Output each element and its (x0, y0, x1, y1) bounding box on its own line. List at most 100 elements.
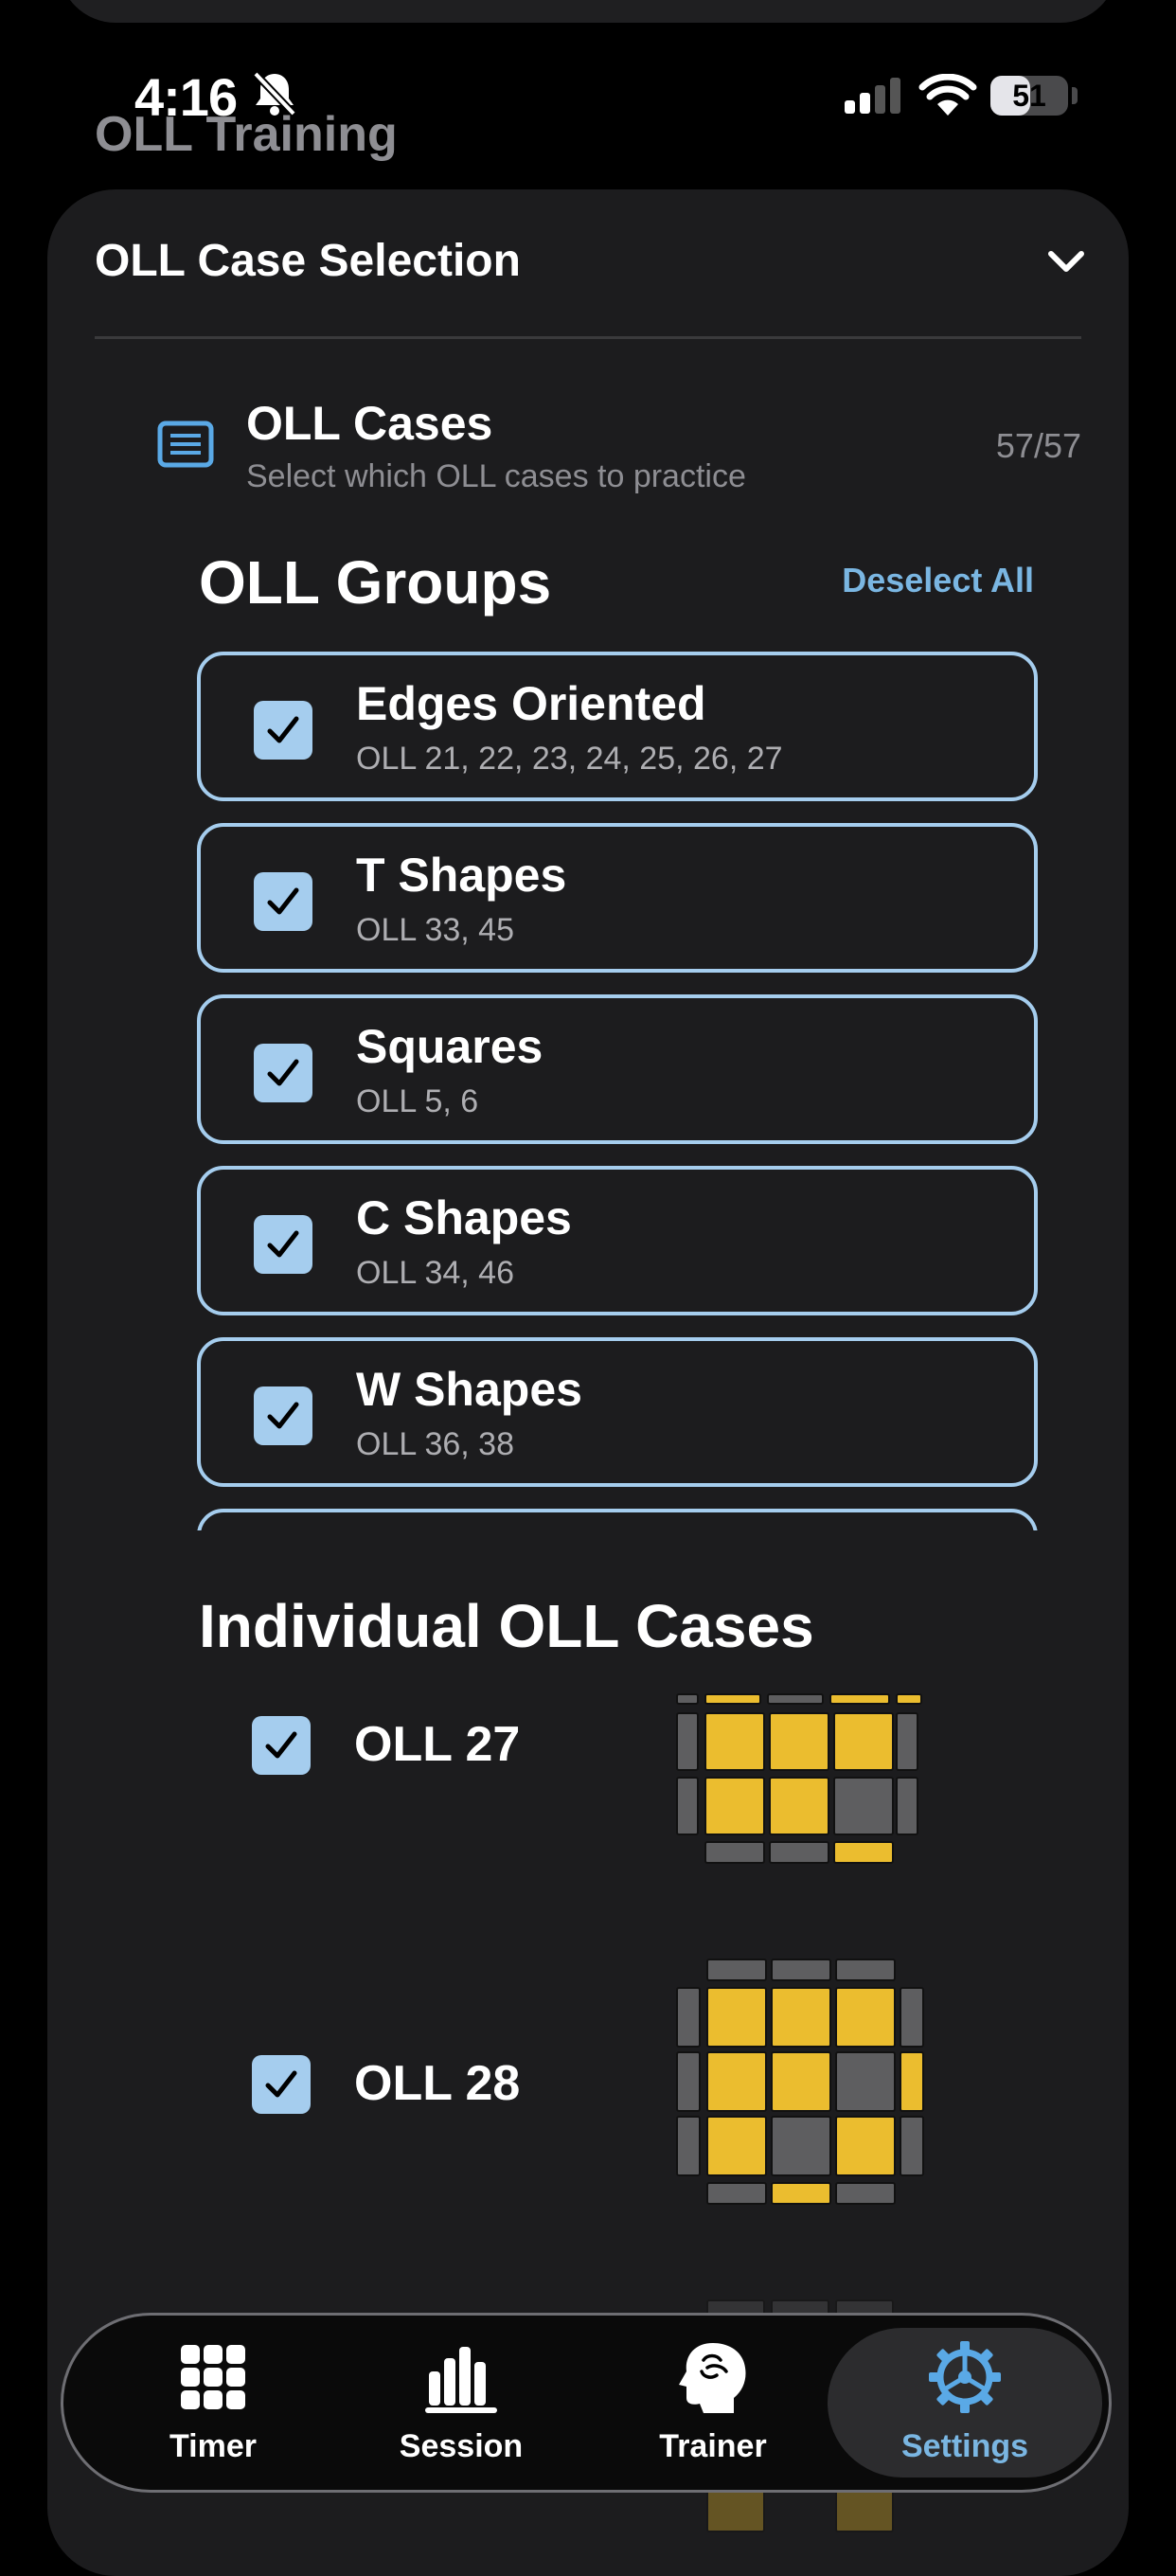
sticker-left (676, 1777, 699, 1835)
selected-count: 57/57 (995, 426, 1081, 465)
battery-nub (1072, 87, 1078, 104)
group-cases: OLL 36, 38 (356, 1426, 514, 1462)
sticker-right (900, 2051, 924, 2112)
sticker-right (900, 1987, 924, 2048)
checkmark-icon (267, 1059, 299, 1086)
sticker-face (771, 2116, 831, 2176)
sticker-face (706, 2116, 767, 2176)
sticker-face (833, 1777, 894, 1835)
sticker-bottom (835, 2182, 896, 2205)
checkmark-icon (265, 2070, 297, 2098)
oll-28-diagram (676, 1959, 932, 2209)
nav-title: OLL Training (95, 107, 398, 162)
group-card-partial[interactable] (197, 1509, 1038, 1530)
oll-27-diagram (672, 1693, 928, 1868)
cellular-signal-icon (845, 78, 900, 114)
tab-session[interactable]: Session (390, 2339, 532, 2472)
group-cases: OLL 33, 45 (356, 912, 514, 948)
checkbox-checked[interactable] (254, 1215, 312, 1274)
tab-label: Timer (169, 2428, 257, 2464)
sticker-right (896, 1712, 918, 1771)
deselect-all-button[interactable]: Deselect All (814, 561, 1034, 600)
sticker-face (706, 1987, 767, 2048)
checkmark-icon (267, 716, 299, 743)
oll-cases-title: OLL Cases (246, 397, 493, 450)
sticker-top (835, 1959, 896, 1981)
chevron-down-icon[interactable] (1047, 248, 1085, 277)
brain-head-icon (679, 2343, 746, 2413)
group-name: Squares (356, 1020, 543, 1073)
sticker-right (900, 2116, 924, 2176)
sticker-top (706, 1959, 767, 1981)
checkbox-checked[interactable] (254, 701, 312, 760)
sticker-face (835, 2051, 896, 2112)
group-card[interactable]: C Shapes OLL 34, 46 (197, 1166, 1038, 1315)
gear-icon (929, 2341, 1001, 2413)
sticker-face (833, 1712, 894, 1771)
sticker-left (676, 1712, 699, 1771)
checkbox-checked[interactable] (252, 2055, 311, 2114)
sticker-top (896, 1693, 922, 1705)
checkmark-icon (267, 1230, 299, 1258)
group-cases: OLL 5, 6 (356, 1083, 479, 1119)
group-cases: OLL 21, 22, 23, 24, 25, 26, 27 (356, 741, 783, 777)
sticker-face (835, 1987, 896, 2048)
group-card[interactable]: T Shapes OLL 33, 45 (197, 823, 1038, 973)
sticker-bottom (706, 2182, 767, 2205)
checkbox-checked[interactable] (254, 872, 312, 931)
sticker-bottom (704, 1841, 765, 1864)
sticker-top (767, 1693, 824, 1705)
sticker-top (771, 1959, 831, 1981)
sticker-left (676, 2116, 701, 2176)
sticker-bottom (833, 1841, 894, 1864)
checkmark-icon (267, 1402, 299, 1429)
checkbox-checked[interactable] (252, 1716, 311, 1775)
section-title[interactable]: OLL Case Selection (95, 235, 521, 287)
checkmark-icon (267, 887, 299, 915)
group-card[interactable]: Squares OLL 5, 6 (197, 994, 1038, 1144)
divider (95, 336, 1081, 339)
sticker-top (704, 1693, 761, 1705)
sticker-face (706, 2051, 767, 2112)
sticker-face (769, 1712, 829, 1771)
sticker-left (676, 2051, 701, 2112)
oll-cases-subtitle: Select which OLL cases to practice (246, 458, 746, 494)
oll-groups-title: OLL Groups (199, 548, 552, 617)
sticker-face (771, 1987, 831, 2048)
checkbox-checked[interactable] (254, 1044, 312, 1102)
group-name: T Shapes (356, 849, 567, 902)
group-name: W Shapes (356, 1363, 582, 1416)
tab-label: Session (399, 2428, 524, 2464)
battery-percent: 51 (1012, 79, 1046, 113)
sticker-top (829, 1693, 890, 1705)
tab-trainer[interactable]: Trainer (642, 2339, 784, 2472)
case-name: OLL 28 (354, 2056, 521, 2111)
list-icon (157, 420, 214, 468)
sticker-face (704, 1777, 765, 1835)
sticker-bottom (769, 1841, 829, 1864)
checkbox-checked[interactable] (254, 1386, 312, 1445)
tab-label: Settings (900, 2428, 1029, 2464)
group-card[interactable]: W Shapes OLL 36, 38 (197, 1337, 1038, 1487)
checkmark-icon (265, 1731, 297, 1759)
individual-cases-title: Individual OLL Cases (199, 1592, 814, 1660)
grid-icon (181, 2345, 245, 2409)
sticker-right (896, 1777, 918, 1835)
tab-timer[interactable]: Timer (142, 2339, 284, 2472)
tab-settings[interactable]: Settings (884, 2339, 1045, 2472)
sticker-left (676, 1987, 701, 2048)
battery-indicator: 51 (990, 76, 1068, 116)
sticker-top (676, 1693, 699, 1705)
sticker-face (704, 1712, 765, 1771)
bar-chart-icon (425, 2347, 497, 2413)
previous-sheet-edge (59, 0, 1117, 23)
sticker-face (835, 2116, 896, 2176)
sticker-bottom (771, 2182, 831, 2205)
groups-list[interactable]: Edges Oriented OLL 21, 22, 23, 24, 25, 2… (189, 644, 1051, 1530)
tab-label: Trainer (659, 2428, 767, 2464)
group-name: C Shapes (356, 1191, 572, 1244)
sticker-face (769, 1777, 829, 1835)
wifi-icon (918, 74, 977, 116)
group-card[interactable]: Edges Oriented OLL 21, 22, 23, 24, 25, 2… (197, 652, 1038, 801)
sticker-face (771, 2051, 831, 2112)
